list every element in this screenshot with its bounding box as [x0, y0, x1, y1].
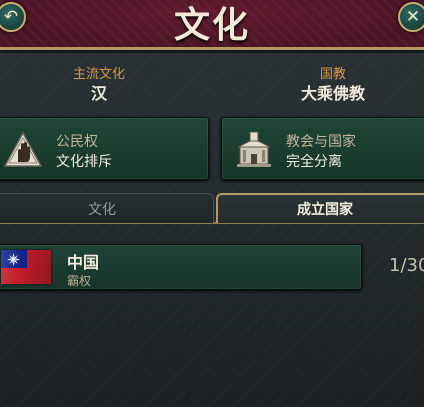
state-religion-value: 大乘佛教 — [300, 84, 365, 103]
nation-flag — [1, 250, 51, 284]
church-state-value: 完全分离 — [286, 154, 342, 170]
state-religion-block: 国教 大乘佛教 — [263, 67, 403, 105]
mainstream-culture-block: 主流文化 汉 — [29, 67, 169, 105]
nation-rank: 霸权 — [67, 274, 92, 288]
raised-hand-icon — [3, 130, 43, 170]
church-state-label: 教会与国家 — [286, 134, 356, 150]
mainstream-culture-label: 主流文化 — [72, 67, 125, 82]
close-icon: ✕ — [405, 7, 421, 27]
citizenship-label: 公民权 — [56, 134, 98, 150]
close-button[interactable]: ✕ — [398, 2, 424, 32]
formable-nation-row[interactable]: 中国 霸权 — [0, 244, 362, 290]
state-religion-label: 国教 — [319, 67, 346, 82]
mainstream-culture-value: 汉 — [90, 84, 107, 103]
window-header: 文化 ↶ ✕ — [0, 0, 424, 50]
back-arrow-icon: ↶ — [3, 7, 19, 27]
tab-form-nation[interactable]: 成立国家 — [216, 193, 424, 223]
citizenship-value: 文化排斥 — [56, 154, 112, 170]
page-title: 文化 — [173, 4, 250, 46]
church-state-card[interactable]: 教会与国家 完全分离 — [221, 117, 424, 180]
main-panel — [0, 53, 424, 407]
citizenship-card[interactable]: 公民权 文化排斥 — [0, 117, 209, 180]
church-building-icon — [234, 130, 274, 170]
nation-progress-count: 1/30 — [389, 255, 424, 276]
nation-name: 中国 — [67, 253, 100, 272]
tab-culture[interactable]: 文化 — [0, 193, 214, 223]
